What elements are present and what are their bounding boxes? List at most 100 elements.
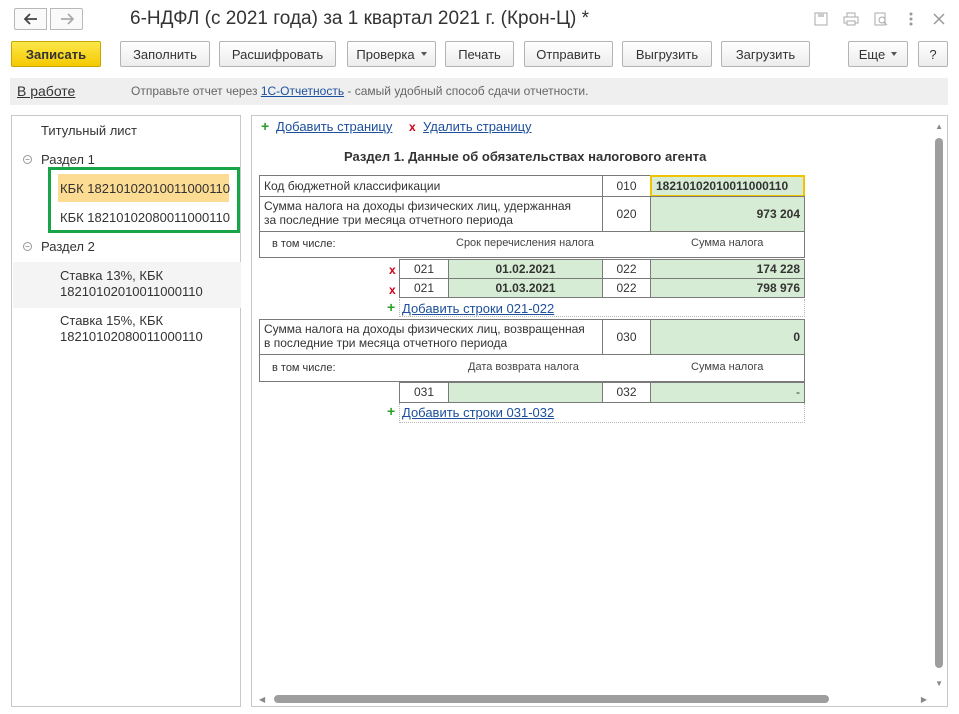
tree-item-section1[interactable]: Раздел 1 xyxy=(41,152,95,167)
plus-icon: + xyxy=(387,403,396,419)
row021-code-cell: 021 xyxy=(399,278,449,298)
scroll-left-icon[interactable]: ◀ xyxy=(259,695,265,704)
withheld-label-line1: Сумма налога на доходы физических лиц, у… xyxy=(264,199,572,213)
returned-value-field[interactable]: 0 xyxy=(650,319,805,355)
row032-amount-field[interactable]: - xyxy=(650,382,805,403)
hint-suffix: - самый удобный способ сдачи отчетности. xyxy=(344,84,589,98)
tree-item-section2[interactable]: Раздел 2 xyxy=(41,239,95,254)
returned-code: 030 xyxy=(616,330,637,344)
window-title: 6-НДФЛ (с 2021 года) за 1 квартал 2021 г… xyxy=(130,8,590,29)
including-header-row: в том числе: Срок перечисления налога Су… xyxy=(259,231,805,258)
delete-icon: x xyxy=(409,120,416,134)
reporting-link[interactable]: 1С-Отчетность xyxy=(261,84,344,98)
row021-code-cell: 021 xyxy=(399,259,449,279)
send-button[interactable]: Отправить xyxy=(524,41,613,67)
more-vertical-icon[interactable] xyxy=(902,10,920,28)
row032-code: 032 xyxy=(616,385,637,399)
row031-code-cell: 031 xyxy=(399,382,449,403)
add-rows-021-link[interactable]: Добавить строки 021-022 xyxy=(402,301,554,316)
hint-prefix: Отправьте отчет через xyxy=(131,84,261,98)
arrow-left-icon xyxy=(23,13,37,25)
tree-item-rate15-line1[interactable]: Ставка 15%, КБК xyxy=(60,313,163,328)
row021-date: 01.03.2021 xyxy=(495,281,556,295)
including-label: в том числе: xyxy=(272,238,336,250)
collapse-icon[interactable]: − xyxy=(23,155,32,164)
row032-amount: - xyxy=(796,385,800,399)
row022-code-cell: 022 xyxy=(602,259,651,279)
withheld-value-field[interactable]: 973 204 xyxy=(650,196,805,232)
back-button[interactable] xyxy=(14,8,47,30)
row022-amount-field[interactable]: 174 228 xyxy=(650,259,805,279)
row031-code: 031 xyxy=(413,385,435,399)
scroll-right-icon[interactable]: ▶ xyxy=(921,695,927,704)
row022-amount-field[interactable]: 798 976 xyxy=(650,278,805,298)
tree-item-rate13-line2[interactable]: 18210102010011000110 xyxy=(60,284,203,299)
chevron-down-icon xyxy=(891,52,898,56)
plus-icon: + xyxy=(261,118,270,134)
row021-code: 021 xyxy=(413,262,435,276)
row031-date-field[interactable] xyxy=(448,382,603,403)
delete-page-link[interactable]: Удалить страницу xyxy=(423,119,532,134)
row021-date: 01.02.2021 xyxy=(495,262,556,276)
scroll-up-icon[interactable]: ▲ xyxy=(935,122,943,131)
including-header-row-2: в том числе: Дата возврата налога Сумма … xyxy=(259,354,805,382)
help-button[interactable]: ? xyxy=(918,41,948,67)
tree-item-rate15-line2[interactable]: 18210102080011000110 xyxy=(60,329,203,344)
print-icon[interactable] xyxy=(842,10,860,28)
collapse-icon[interactable]: − xyxy=(23,242,32,251)
decode-button[interactable]: Расшифровать xyxy=(219,41,336,67)
returned-value: 0 xyxy=(793,330,800,344)
row021-date-field[interactable]: 01.02.2021 xyxy=(448,259,603,279)
scroll-down-icon[interactable]: ▼ xyxy=(935,679,943,688)
hint-text: Отправьте отчет через 1С-Отчетность - са… xyxy=(131,84,588,98)
returned-label-line1: Сумма налога на доходы физических лиц, в… xyxy=(264,322,585,336)
returned-label-line2: в последние три месяца отчетного периода xyxy=(264,336,508,350)
tree-item-rate13-line1[interactable]: Ставка 13%, КБК xyxy=(60,268,163,283)
save-icon[interactable] xyxy=(812,10,830,28)
kbk-value-field[interactable]: 18210102010011000110 xyxy=(650,175,805,197)
check-dropdown-button[interactable]: Проверка xyxy=(347,41,436,67)
chevron-down-icon xyxy=(420,52,427,56)
return-date-header: Дата возврата налога xyxy=(468,361,579,373)
withheld-label-line2: за последние три месяца отчетного период… xyxy=(264,213,513,227)
withheld-code: 020 xyxy=(616,207,637,221)
import-button[interactable]: Загрузить xyxy=(721,41,810,67)
row022-code: 022 xyxy=(616,262,637,276)
add-page-link[interactable]: Добавить страницу xyxy=(276,119,392,134)
including-label-2: в том числе: xyxy=(272,362,336,374)
delete-row-icon[interactable]: x xyxy=(389,283,396,297)
save-button[interactable]: Записать xyxy=(11,41,101,67)
horizontal-scrollbar[interactable] xyxy=(274,695,829,703)
arrow-right-icon xyxy=(60,13,74,25)
close-icon[interactable] xyxy=(930,10,948,28)
print-button[interactable]: Печать xyxy=(445,41,514,67)
withheld-label-cell: Сумма налога на доходы физических лиц, у… xyxy=(259,196,603,232)
more-dropdown-button[interactable]: Еще xyxy=(848,41,908,67)
vertical-scrollbar[interactable] xyxy=(935,138,943,668)
row022-code-cell: 022 xyxy=(602,278,651,298)
delete-row-icon[interactable]: x xyxy=(389,263,396,277)
row022-amount: 798 976 xyxy=(756,281,800,295)
status-link[interactable]: В работе xyxy=(17,83,75,99)
highlight-frame xyxy=(48,167,240,233)
section-heading: Раздел 1. Данные об обязательствах налог… xyxy=(344,149,707,164)
plus-icon: + xyxy=(387,299,396,315)
transfer-date-header: Срок перечисления налога xyxy=(456,237,594,249)
row021-date-field[interactable]: 01.03.2021 xyxy=(448,278,603,298)
form-panel: + Добавить страницу x Удалить страницу Р… xyxy=(251,115,948,707)
command-toolbar: Записать Заполнить Расшифровать Проверка… xyxy=(0,40,959,70)
section-tree: Титульный лист − Раздел 1 КБК 1821010201… xyxy=(11,115,241,707)
fill-button[interactable]: Заполнить xyxy=(120,41,210,67)
forward-button[interactable] xyxy=(50,8,83,30)
kbk-label: Код бюджетной классификации xyxy=(264,179,441,193)
preview-icon[interactable] xyxy=(872,10,890,28)
withheld-value: 973 204 xyxy=(756,207,800,221)
tax-amount-header: Сумма налога xyxy=(691,237,764,249)
row032-code-cell: 032 xyxy=(602,382,651,403)
kbk-code: 010 xyxy=(616,179,637,193)
info-bar: В работе Отправьте отчет через 1С-Отчетн… xyxy=(10,78,948,105)
tax-amount-header-2: Сумма налога xyxy=(691,361,764,373)
tree-item-title-page[interactable]: Титульный лист xyxy=(41,123,137,138)
add-rows-031-link[interactable]: Добавить строки 031-032 xyxy=(402,405,554,420)
export-button[interactable]: Выгрузить xyxy=(622,41,712,67)
